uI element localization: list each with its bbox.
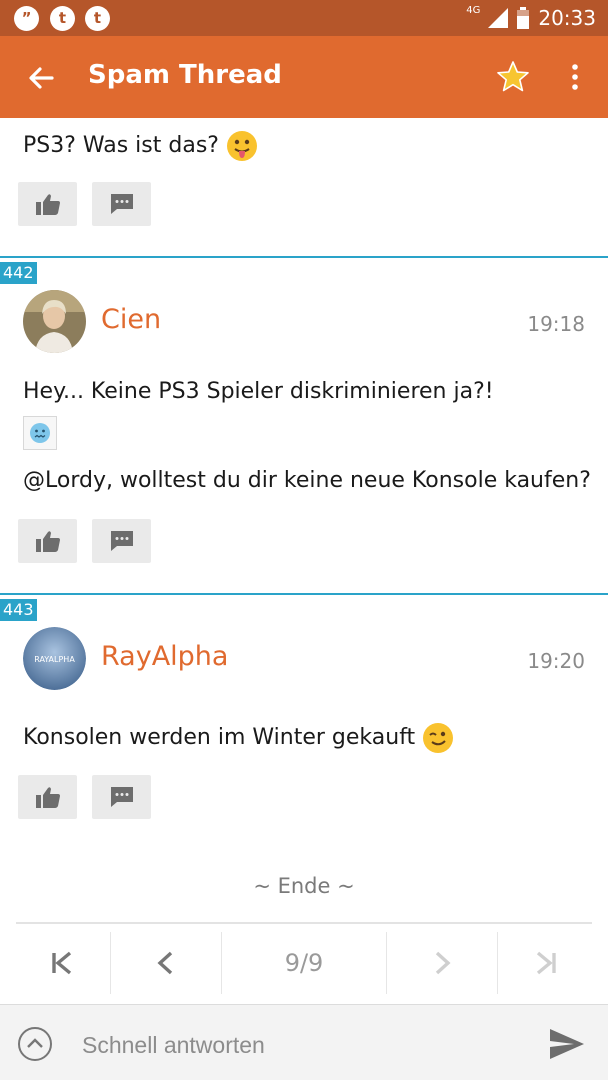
post-time: 19:20 — [527, 649, 585, 673]
comment-icon — [110, 194, 133, 214]
tongue-face-emoji — [226, 131, 257, 161]
quick-reply-bar — [0, 1004, 608, 1080]
next-page-button[interactable] — [387, 924, 497, 1002]
thumbs-up-icon — [35, 531, 60, 552]
page-count: 9/9 — [284, 949, 324, 977]
comment-icon — [110, 531, 133, 551]
page-title: Spam Thread — [88, 60, 282, 90]
pagination-bar: 9/9 — [0, 924, 608, 1002]
chevron-left-icon — [157, 951, 173, 975]
expand-up-icon[interactable] — [17, 1026, 53, 1062]
end-of-thread-label: ~ Ende ~ — [253, 874, 355, 898]
post-442-line2: @Lordy, wolltest du dir keine neue Konso… — [23, 468, 591, 493]
post-number: 443 — [0, 599, 37, 621]
avatar[interactable] — [23, 290, 86, 353]
avatar-logo-text: RAYALPHA — [34, 655, 75, 664]
avatar-image — [23, 290, 86, 353]
post-number: 442 — [0, 262, 37, 284]
like-button[interactable] — [18, 775, 77, 819]
cold-face-emoji — [30, 423, 50, 443]
arrow-left-icon[interactable] — [22, 58, 62, 98]
network-type: 4G — [466, 4, 481, 16]
first-page-icon — [52, 951, 72, 975]
reply-button[interactable] — [92, 775, 151, 819]
post-divider — [0, 593, 608, 595]
wink-face-emoji — [423, 723, 454, 753]
post-divider — [0, 256, 608, 258]
comment-icon — [110, 787, 133, 807]
tapatalk-notification-icon: t — [50, 6, 75, 31]
username[interactable]: RayAlpha — [101, 641, 228, 672]
thumbs-up-icon — [35, 787, 60, 808]
signal-icon — [488, 8, 509, 28]
star-icon[interactable] — [496, 60, 530, 94]
like-button[interactable] — [18, 519, 77, 563]
tapatalk-notification-icon: t — [85, 6, 110, 31]
thumbs-up-icon — [35, 194, 60, 215]
post-441-body: PS3? Was ist das? — [23, 130, 258, 162]
avatar[interactable]: RAYALPHA — [23, 627, 86, 690]
post-443-text: Konsolen werden im Winter gekauft — [23, 725, 416, 750]
quote-notification-icon: ” — [14, 6, 39, 31]
status-bar: ” t t 4G 20:33 — [0, 0, 608, 36]
first-page-button[interactable] — [16, 924, 110, 1002]
send-icon[interactable] — [548, 1027, 586, 1061]
reply-button[interactable] — [92, 182, 151, 226]
last-page-button[interactable] — [498, 924, 592, 1002]
post-443-body: Konsolen werden im Winter gekauft — [23, 722, 454, 754]
post-441-text: PS3? Was ist das? — [23, 133, 219, 158]
avatar-image: RAYALPHA — [23, 627, 86, 690]
post-442-line1: Hey... Keine PS3 Spieler diskriminieren … — [23, 379, 494, 404]
like-button[interactable] — [18, 182, 77, 226]
previous-page-button[interactable] — [111, 924, 221, 1002]
last-page-icon — [536, 951, 556, 975]
reply-button[interactable] — [92, 519, 151, 563]
username[interactable]: Cien — [101, 304, 161, 335]
inline-image[interactable] — [23, 416, 57, 450]
page-indicator[interactable]: 9/9 — [222, 924, 386, 1002]
clock: 20:33 — [538, 6, 596, 30]
more-vertical-icon[interactable] — [562, 62, 588, 92]
battery-icon — [517, 7, 530, 29]
app-bar: Spam Thread — [0, 36, 608, 118]
post-time: 19:18 — [527, 312, 585, 336]
quick-reply-input[interactable] — [82, 1025, 512, 1065]
chevron-right-icon — [435, 951, 451, 975]
